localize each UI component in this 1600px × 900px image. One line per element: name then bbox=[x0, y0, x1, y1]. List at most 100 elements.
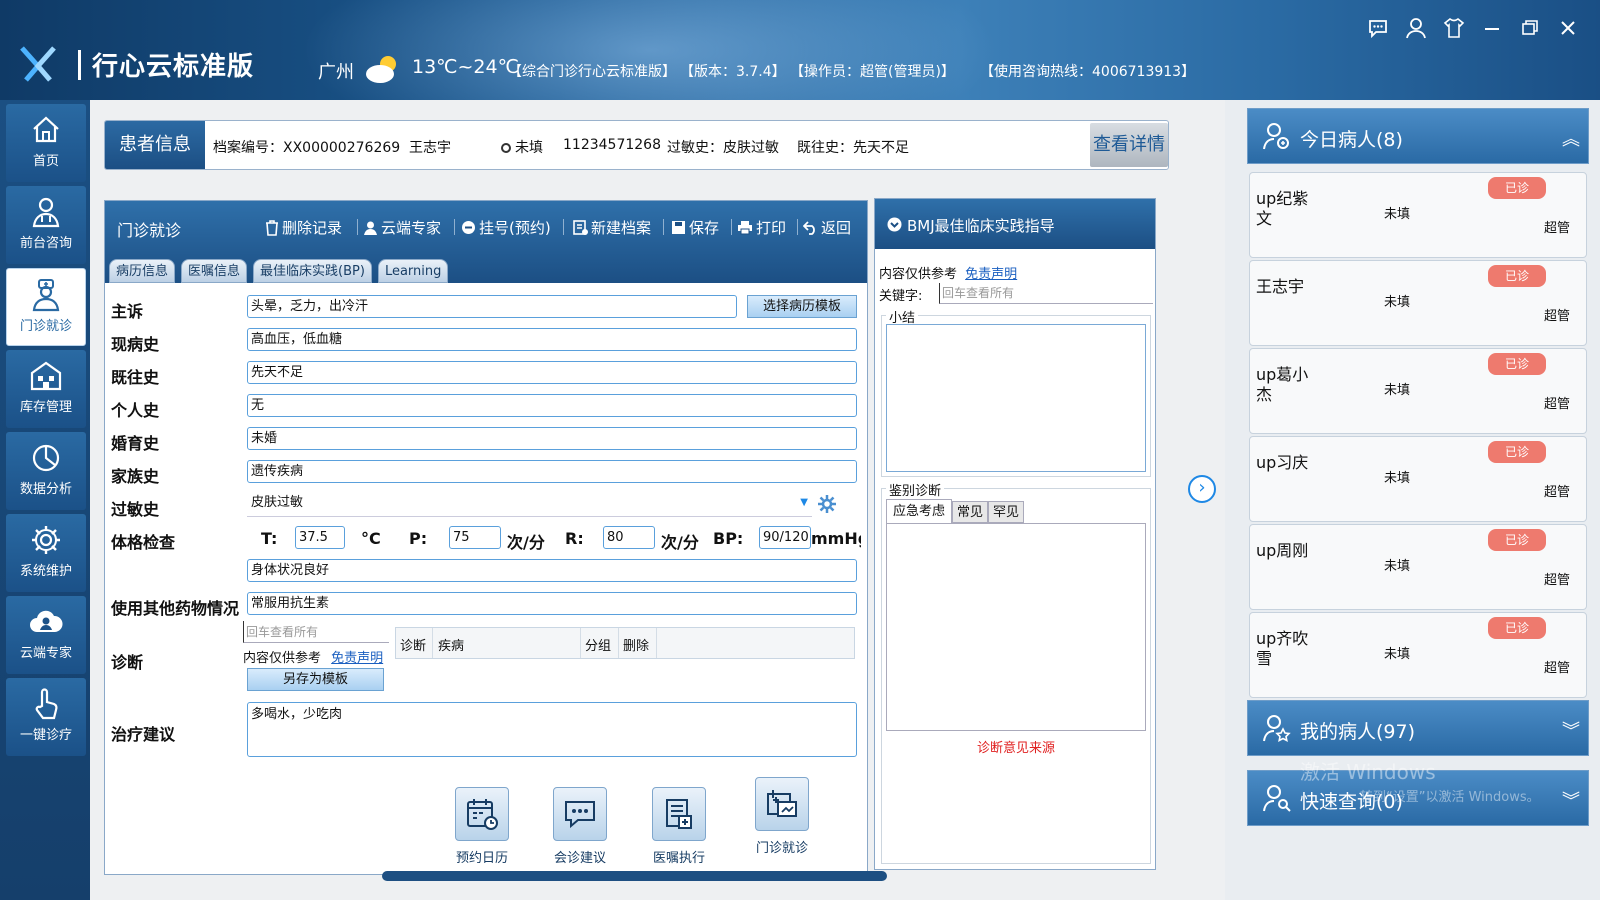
bmj-disclaimer-link[interactable]: 免责声明 bbox=[965, 267, 1017, 282]
differential-tabs: 应急考虑 常见 罕见 bbox=[886, 499, 1025, 523]
present-history-label: 现病史 bbox=[111, 335, 160, 354]
bp-field[interactable]: 90/120 bbox=[759, 526, 811, 549]
exam-result-field[interactable]: 身体状况良好 bbox=[247, 559, 857, 582]
today-patients-header[interactable]: 今日病人(8) ︽ bbox=[1247, 108, 1589, 164]
back-icon bbox=[803, 221, 815, 235]
disclaimer-link[interactable]: 免责声明 bbox=[331, 651, 383, 666]
minimize-icon[interactable] bbox=[1476, 14, 1508, 42]
select-template-button[interactable]: 选择病历模板 bbox=[747, 295, 857, 318]
bmj-keyword-label: 关键字: bbox=[879, 289, 923, 304]
patient-card-badge: 已诊 bbox=[1488, 441, 1546, 463]
tab-best-practice[interactable]: 最佳临床实践(BP) bbox=[253, 259, 372, 283]
nav-label: 门诊就诊 bbox=[19, 319, 72, 334]
patient-group-icon bbox=[1263, 123, 1289, 150]
user-icon[interactable] bbox=[1400, 14, 1432, 42]
close-icon[interactable] bbox=[1552, 14, 1584, 42]
register-button[interactable]: 挂号(预约) bbox=[461, 217, 551, 238]
left-nav: 首页 前台咨询 门诊就诊 库存管理 数据分析 系统维护 云端专家 一键诊疗 bbox=[0, 100, 90, 900]
gear-icon bbox=[32, 526, 60, 554]
nav-item-outpatient[interactable]: 门诊就诊 bbox=[6, 268, 86, 346]
family-history-field[interactable]: 遗传疾病 bbox=[247, 460, 857, 483]
nav-item-home[interactable]: 首页 bbox=[6, 104, 86, 182]
horizontal-scrollbar[interactable] bbox=[382, 871, 887, 881]
restore-icon[interactable] bbox=[1514, 14, 1546, 42]
diagnosis-search-input[interactable]: 回车查看所有 bbox=[243, 621, 389, 643]
present-history-field[interactable]: 高血压，低血糖 bbox=[247, 328, 857, 351]
grid-col-delete: 删除 bbox=[623, 639, 650, 654]
patient-card[interactable]: 王志宇 未填 超管 已诊 bbox=[1249, 260, 1587, 346]
diagnosis-source-link[interactable]: 诊断意见来源 bbox=[882, 737, 1150, 756]
patient-card[interactable]: up周刚 未填 超管 已诊 bbox=[1249, 524, 1587, 610]
temperature-field[interactable]: 37.5 bbox=[295, 526, 345, 549]
marital-history-label: 婚育史 bbox=[111, 434, 160, 453]
header-glow bbox=[300, 0, 1000, 100]
save-as-template-button[interactable]: 另存为模板 bbox=[247, 668, 384, 691]
respiration-unit: 次/分 bbox=[661, 533, 699, 552]
chat-icon[interactable] bbox=[1362, 14, 1394, 42]
marital-history-field[interactable]: 未婚 bbox=[247, 427, 857, 450]
tab-medical-record[interactable]: 病历信息 bbox=[109, 259, 176, 283]
shortcut-visit[interactable]: 门诊就诊 bbox=[742, 777, 822, 856]
pulse-field[interactable]: 75 bbox=[449, 526, 501, 549]
print-button[interactable]: 打印 bbox=[737, 217, 786, 238]
toolbar-divider bbox=[454, 219, 455, 235]
settings-gear-icon[interactable] bbox=[816, 493, 838, 515]
expand-arrow-icon[interactable]: › bbox=[1188, 475, 1216, 503]
nav-label: 前台咨询 bbox=[19, 236, 72, 251]
skin-icon[interactable] bbox=[1438, 14, 1470, 42]
differential-content[interactable] bbox=[886, 523, 1146, 731]
tab-orders[interactable]: 医嘱信息 bbox=[181, 259, 248, 283]
nav-item-front-desk[interactable]: 前台咨询 bbox=[6, 186, 86, 264]
grid-col-diagnosis: 诊断 bbox=[400, 639, 427, 654]
grid-divider bbox=[580, 628, 581, 658]
shortcut-orders[interactable]: 医嘱执行 bbox=[639, 787, 719, 866]
new-file-button[interactable]: 新建档案 bbox=[573, 217, 651, 238]
trash-icon bbox=[266, 219, 278, 236]
bp-label: BP: bbox=[713, 529, 744, 548]
today-patients-title: 今日病人(8) bbox=[1300, 129, 1403, 151]
view-details-button[interactable]: 查看详情 bbox=[1090, 123, 1168, 167]
patient-card-name: up葛小杰 bbox=[1256, 365, 1309, 404]
nav-item-inventory[interactable]: 库存管理 bbox=[6, 350, 86, 428]
my-patients-header[interactable]: 我的病人(97) ︾ bbox=[1247, 700, 1589, 756]
tab-learning[interactable]: Learning bbox=[377, 259, 449, 283]
edition-info: 【综合门诊行心云标准版】 bbox=[508, 64, 676, 80]
allergy-select[interactable]: 皮肤过敏 ▼ bbox=[247, 491, 812, 517]
nav-item-analytics[interactable]: 数据分析 bbox=[6, 432, 86, 510]
cloud-expert-button[interactable]: 云端专家 bbox=[363, 217, 441, 238]
treatment-advice-field[interactable]: 多喝水，少吃肉 bbox=[247, 702, 857, 757]
patient-card-badge: 已诊 bbox=[1488, 177, 1546, 199]
tab-common[interactable]: 常见 bbox=[952, 501, 989, 523]
my-patients-title: 我的病人(97) bbox=[1300, 721, 1416, 743]
patient-card[interactable]: up习庆 未填 超管 已诊 bbox=[1249, 436, 1587, 522]
respiration-field[interactable]: 80 bbox=[603, 526, 655, 549]
toolbar-divider bbox=[563, 219, 564, 235]
patient-card-status: 未填 bbox=[1384, 207, 1411, 222]
personal-history-field[interactable]: 无 bbox=[247, 394, 857, 417]
other-drugs-label: 使用其他药物情况 bbox=[111, 599, 240, 618]
grid-divider bbox=[656, 628, 657, 658]
differential-group: 鉴别诊断 应急考虑 常见 罕见 诊断意见来源 bbox=[881, 480, 1151, 864]
shortcut-consult[interactable]: 会诊建议 bbox=[540, 787, 620, 866]
save-button[interactable]: 保存 bbox=[671, 217, 719, 238]
bmj-keyword-input[interactable]: 回车查看所有 bbox=[939, 283, 1153, 304]
back-button[interactable]: 返回 bbox=[803, 217, 851, 238]
chevron-down-circle-icon[interactable] bbox=[887, 217, 902, 232]
past-history-field[interactable]: 先天不足 bbox=[247, 361, 857, 384]
delete-record-button[interactable]: 删除记录 bbox=[265, 217, 342, 238]
shortcut-label: 会诊建议 bbox=[553, 851, 606, 866]
app-logo-icon bbox=[20, 46, 56, 82]
summary-textarea[interactable] bbox=[886, 324, 1146, 472]
tab-emergency[interactable]: 应急考虑 bbox=[886, 499, 953, 523]
patient-card[interactable]: up纪紫文 未填 超管 已诊 bbox=[1249, 172, 1587, 258]
patient-card[interactable]: up葛小杰 未填 超管 已诊 bbox=[1249, 348, 1587, 434]
nav-item-cloud-expert[interactable]: 云端专家 bbox=[6, 596, 86, 674]
nav-item-one-click[interactable]: 一键诊疗 bbox=[6, 678, 86, 756]
chief-complaint-field[interactable]: 头晕，乏力，出冷汗 bbox=[247, 295, 737, 318]
differential-label: 鉴别诊断 bbox=[886, 480, 945, 499]
patient-card[interactable]: up齐吹雪 未填 超管 已诊 bbox=[1249, 612, 1587, 698]
nav-item-system[interactable]: 系统维护 bbox=[6, 514, 86, 592]
other-drugs-field[interactable]: 常服用抗生素 bbox=[247, 592, 857, 615]
shortcut-calendar[interactable]: 预约日历 bbox=[442, 787, 522, 866]
tab-rare[interactable]: 罕见 bbox=[988, 501, 1025, 523]
